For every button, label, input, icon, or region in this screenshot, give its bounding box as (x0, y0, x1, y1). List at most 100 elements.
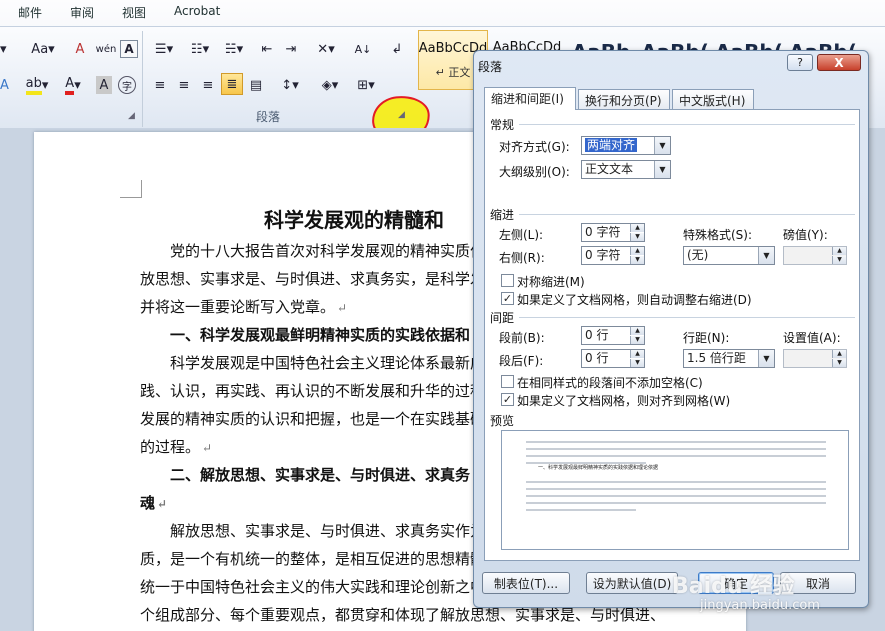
align-center-button[interactable]: ≡ (174, 75, 194, 95)
document-line-text: 并将这一重要论断写入党章。 (140, 298, 336, 316)
increase-indent-icon: ⇥ (285, 41, 297, 57)
line-spacing-value: 1.5 倍行距 (687, 351, 746, 365)
alignment-select[interactable]: 两端对齐 ▼ (581, 136, 671, 155)
character-shading-button[interactable]: A (96, 76, 112, 94)
borders-button[interactable]: ⊞ ▾ (352, 75, 380, 95)
multilevel-list-icon: ☵ (224, 41, 237, 57)
style-name: ↵ 正文 (435, 66, 471, 79)
tabs-button-label: 制表位(T)... (493, 576, 559, 591)
tabs-button[interactable]: 制表位(T)... (482, 572, 570, 594)
ribbon-tab-review[interactable]: 审阅 (70, 4, 94, 21)
no-space-same-style-checkbox[interactable] (501, 375, 514, 388)
align-left-icon: ≡ (154, 77, 166, 93)
numbering-icon: ☷ (190, 41, 203, 57)
snap-to-grid-checkbox[interactable]: ✓ (501, 393, 514, 406)
tab-line-page-breaks[interactable]: 换行和分页(P) (578, 89, 670, 109)
shrink-font-icon[interactable]: ▾ (0, 39, 7, 59)
auto-adjust-indent-label: 如果定义了文档网格，则自动调整右缩进(D) (517, 293, 752, 307)
show-marks-button[interactable]: ↲ (388, 39, 406, 59)
distributed-button[interactable]: ▤ (246, 75, 266, 95)
pilcrow-icon: ↲ (391, 41, 403, 57)
spin-up-icon[interactable]: ▲ (630, 247, 644, 255)
spin-up-icon[interactable]: ▲ (630, 224, 644, 232)
ribbon-tab-acrobat[interactable]: Acrobat (174, 4, 220, 18)
spin-down-icon[interactable]: ▼ (630, 359, 644, 367)
ribbon-tab-mailings[interactable]: 邮件 (18, 4, 42, 21)
paragraph-dialog-launcher-icon[interactable]: ◢ (398, 110, 405, 120)
document-line-text: 个组成部分、每个重要观点，都贯穿和体现了解放思想、实事求是、与时俱进、 (140, 606, 666, 624)
auto-adjust-indent-checkbox[interactable]: ✓ (501, 292, 514, 305)
preview-section-label: 预览 (490, 414, 515, 428)
spin-down-icon[interactable]: ▼ (630, 256, 644, 264)
enclose-characters-button[interactable]: 字 (118, 76, 136, 94)
mirror-indents-checkbox[interactable] (501, 274, 514, 287)
line-spacing-label: 行距(N): (683, 331, 730, 345)
tab-indents-spacing[interactable]: 缩进和间距(I) (484, 87, 576, 110)
document-line-text: 践、认识，再实践、再认识的不断发展和升华的过程 (140, 382, 486, 400)
shading-button[interactable]: ◈ ▾ (316, 75, 344, 95)
spin-up-icon[interactable]: ▲ (630, 327, 644, 335)
clear-format-button[interactable]: A (70, 39, 90, 59)
space-before-input[interactable]: 0 行 ▲ ▼ (581, 326, 645, 345)
outline-level-select[interactable]: 正文文本 ▼ (581, 160, 671, 179)
increase-indent-button[interactable]: ⇥ (282, 39, 300, 59)
special-format-select[interactable]: (无) ▼ (683, 246, 775, 265)
tab-asian-typography[interactable]: 中文版式(H) (672, 89, 754, 109)
highlight-color-button[interactable]: ab ▾ (24, 75, 50, 95)
sort-label: A↓ (354, 42, 372, 56)
numbering-button[interactable]: ☷ ▾ (186, 39, 214, 59)
justify-button[interactable]: ≣ (221, 73, 243, 95)
document-line-text: 二、解放思想、实事求是、与时俱进、求真务 (170, 466, 471, 484)
line-spacing-select[interactable]: 1.5 倍行距 ▼ (683, 349, 775, 368)
document-line-text: 科学发展观是中国特色社会主义理论体系最新成 (170, 354, 486, 372)
text-effect-icon[interactable]: A (0, 75, 9, 95)
indent-by-input[interactable]: ▲ ▼ (783, 246, 847, 265)
line-spacing-button[interactable]: ↕ ▾ (276, 75, 304, 95)
no-space-same-style-label: 在相同样式的段落间不添加空格(C) (517, 376, 703, 390)
spin-up-icon[interactable]: ▲ (630, 350, 644, 358)
borders-icon: ⊞ (357, 77, 369, 93)
spin-down-icon[interactable]: ▼ (630, 233, 644, 241)
bullets-button[interactable]: ☰ ▾ (150, 39, 178, 59)
left-indent-input[interactable]: 0 字符 ▲ ▼ (581, 223, 645, 242)
space-after-input[interactable]: 0 行 ▲ ▼ (581, 349, 645, 368)
character-shading-label: A (99, 77, 109, 93)
document-line: 质，是一个有机统一的整体，是相互促进的思想精髓 (140, 548, 485, 569)
paragraph-group-label: 段落 (256, 110, 281, 124)
sort-button[interactable]: A↓ (352, 39, 374, 59)
spin-up-icon[interactable]: ▲ (832, 350, 846, 358)
help-button[interactable]: ? (787, 54, 813, 71)
snap-to-grid-label: 如果定义了文档网格，则对齐到网格(W) (517, 394, 731, 408)
change-case-button[interactable]: Aa ▾ (30, 39, 56, 59)
align-left-button[interactable]: ≡ (150, 75, 170, 95)
spin-down-icon[interactable]: ▼ (832, 256, 846, 264)
space-before-value: 0 行 (585, 328, 609, 342)
align-right-button[interactable]: ≡ (198, 75, 218, 95)
multilevel-list-button[interactable]: ☵ ▾ (220, 39, 248, 59)
chevron-down-icon: ▼ (758, 247, 774, 264)
paragraph-mark-icon: ↵ (157, 497, 168, 511)
ribbon-tab-view[interactable]: 视图 (122, 4, 146, 21)
set-default-button[interactable]: 设为默认值(D) (586, 572, 678, 594)
close-button[interactable]: X (817, 54, 861, 71)
spin-up-icon[interactable]: ▲ (832, 247, 846, 255)
enclose-characters-label: 字 (122, 81, 132, 93)
chinese-layout-button[interactable]: ✕ ▾ (312, 39, 340, 59)
spin-down-icon[interactable]: ▼ (832, 359, 846, 367)
preview-line (526, 502, 826, 504)
section-divider (519, 124, 855, 125)
preview-box: 一、科学发展观最鲜明精神实质的实践依据和理论依据 (501, 430, 849, 550)
decrease-indent-button[interactable]: ⇤ (258, 39, 276, 59)
right-indent-input[interactable]: 0 字符 ▲ ▼ (581, 246, 645, 265)
alignment-value: 两端对齐 (585, 138, 638, 152)
document-line: 并将这一重要论断写入党章。 ↵ (140, 296, 347, 317)
font-color-button[interactable]: A ▾ (60, 75, 86, 95)
special-format-value: (无) (687, 248, 709, 262)
chinese-layout-icon: ✕ (317, 41, 329, 57)
font-dialog-launcher-icon[interactable]: ◢ (128, 111, 135, 121)
spin-down-icon[interactable]: ▼ (630, 336, 644, 344)
spacing-at-input[interactable]: ▲ ▼ (783, 349, 847, 368)
phonetic-guide-button[interactable]: wén (96, 39, 117, 59)
document-title: 科学发展观的精髓和 (264, 208, 444, 232)
character-border-button[interactable]: A (120, 40, 138, 58)
